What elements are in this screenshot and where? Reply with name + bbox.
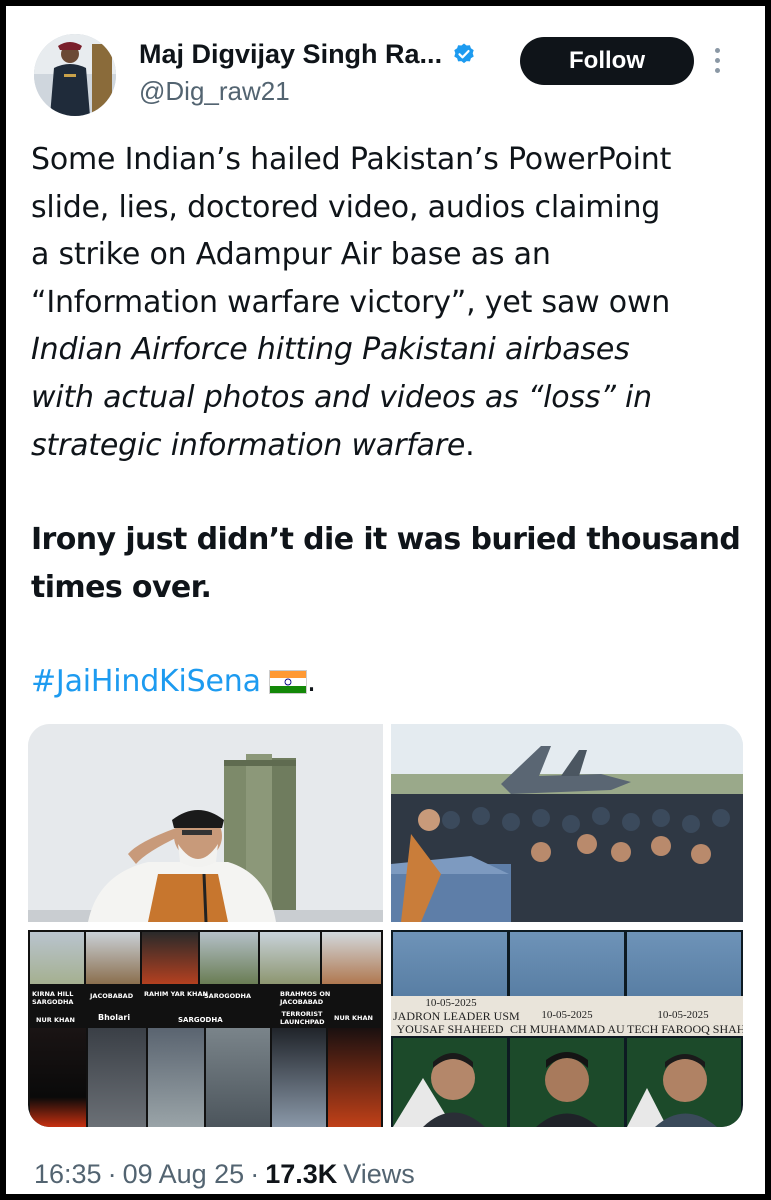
- strike-caption: BRAHMOS ON JACOBABAD: [280, 990, 331, 1006]
- strike-thumb: [30, 932, 84, 984]
- strike-thumb: [328, 1028, 381, 1127]
- tweet-italic-line-wrap: strategic information warfare.: [31, 422, 751, 470]
- tweet-date[interactable]: 09 Aug 25: [123, 1159, 245, 1190]
- india-flag-icon: [268, 670, 307, 695]
- memorial-name: CH MUHAMMAD AU: [510, 1022, 625, 1036]
- tweet-bold-line: times over.: [31, 569, 212, 605]
- strike-caption: KIRNA HILL SARGODHA: [32, 990, 74, 1006]
- tweet-italic-line: with actual photos and videos as “loss” …: [31, 379, 652, 415]
- strike-caption: SAROGODHA: [204, 992, 251, 1000]
- meta-separator: ·: [107, 1159, 117, 1189]
- tweet-line: a strike on Adampur Air base as an: [31, 237, 551, 273]
- author-name-row[interactable]: Maj Digvijay Singh Ra...: [139, 34, 476, 74]
- strike-thumb: [148, 1028, 204, 1127]
- airbase-crowd-photo: [391, 724, 743, 922]
- media-memorial-collage[interactable]: 10-05-2025 10-05-2025 10-05-2025 JADRON …: [391, 930, 743, 1127]
- strike-thumb: [260, 932, 320, 984]
- memorial-date: 10-05-2025: [425, 997, 477, 1009]
- strike-caption: Bholari: [98, 1013, 131, 1022]
- media-grid[interactable]: KIRNA HILL SARGODHA JACOBABAD RAHIM YAR …: [28, 724, 743, 1127]
- hashtag-tail: .: [306, 664, 317, 700]
- memorial-name: TECH FAROOQ SHAHI: [627, 1022, 743, 1036]
- avatar-photo: [34, 34, 116, 116]
- tweet-line: “Information warfare victory”, yet saw o…: [31, 284, 671, 320]
- strike-thumb: [272, 1028, 326, 1127]
- views-label: Views: [343, 1159, 415, 1189]
- tweet-italic-tail: .: [465, 427, 475, 463]
- more-options-icon[interactable]: [710, 48, 724, 82]
- strike-thumb: [88, 1028, 146, 1127]
- tweet-italic-line: strategic information warfare: [31, 427, 466, 463]
- tweet-line: slide, lies, doctored video, audios clai…: [31, 189, 661, 225]
- strike-thumb: [86, 932, 140, 984]
- tweet-meta: 16:35 · 09 Aug 25 · 17.3K Views: [34, 1159, 415, 1190]
- strike-thumb: [200, 932, 258, 984]
- strike-thumb: [206, 1028, 270, 1127]
- tweet-card: Maj Digvijay Singh Ra... @Dig_raw21 Foll…: [6, 6, 765, 1194]
- views-count: 17.3K: [265, 1159, 338, 1189]
- memorial-portrait: [627, 1038, 741, 1127]
- strike-thumb: [142, 932, 198, 984]
- avatar[interactable]: [34, 34, 116, 116]
- strike-caption: NUR KHAN: [334, 1014, 373, 1022]
- memorial-portrait: [510, 1038, 624, 1127]
- hashtag-link[interactable]: #JaiHindKiSena: [31, 664, 261, 699]
- follow-button[interactable]: Follow: [520, 37, 694, 85]
- strike-thumb: [30, 1028, 86, 1127]
- strike-caption: NUR KHAN: [36, 1016, 75, 1024]
- tweet-time[interactable]: 16:35: [34, 1159, 102, 1190]
- strike-caption: TERRORIST LAUNCHPAD: [280, 1010, 325, 1026]
- strike-caption: RAHIM YAR KHAN: [144, 990, 208, 998]
- author-handle[interactable]: @Dig_raw21: [139, 76, 290, 107]
- strike-thumb: [322, 932, 381, 984]
- media-strike-collage[interactable]: KIRNA HILL SARGODHA JACOBABAD RAHIM YAR …: [28, 930, 383, 1127]
- media-photo-salute[interactable]: [28, 724, 383, 922]
- memorial-name: YOUSAF SHAHEED: [396, 1022, 504, 1036]
- verified-badge-icon: [454, 43, 474, 64]
- meta-separator: ·: [250, 1159, 260, 1189]
- memorial-portrait: [393, 1038, 507, 1127]
- media-photo-airbase-crowd[interactable]: [391, 724, 743, 922]
- memorial-date: 10-05-2025: [541, 1009, 593, 1021]
- hashtag-line: #JaiHindKiSena.: [31, 658, 751, 706]
- author-display-name[interactable]: Maj Digvijay Singh Ra...: [139, 39, 442, 70]
- tweet-bold-line: Irony just didn’t die it was buried thou…: [31, 522, 741, 558]
- tweet-italic-line: Indian Airforce hitting Pakistani airbas…: [31, 332, 630, 368]
- tweet-line: Some Indian’s hailed Pakistan’s PowerPoi…: [31, 142, 672, 177]
- tweet-text: Some Indian’s hailed Pakistan’s PowerPoi…: [31, 136, 751, 706]
- strike-caption: SARGODHA: [178, 1016, 223, 1024]
- strike-caption: JACOBABAD: [90, 992, 134, 1000]
- salute-photo: [28, 724, 383, 922]
- memorial-date: 10-05-2025: [657, 1009, 709, 1021]
